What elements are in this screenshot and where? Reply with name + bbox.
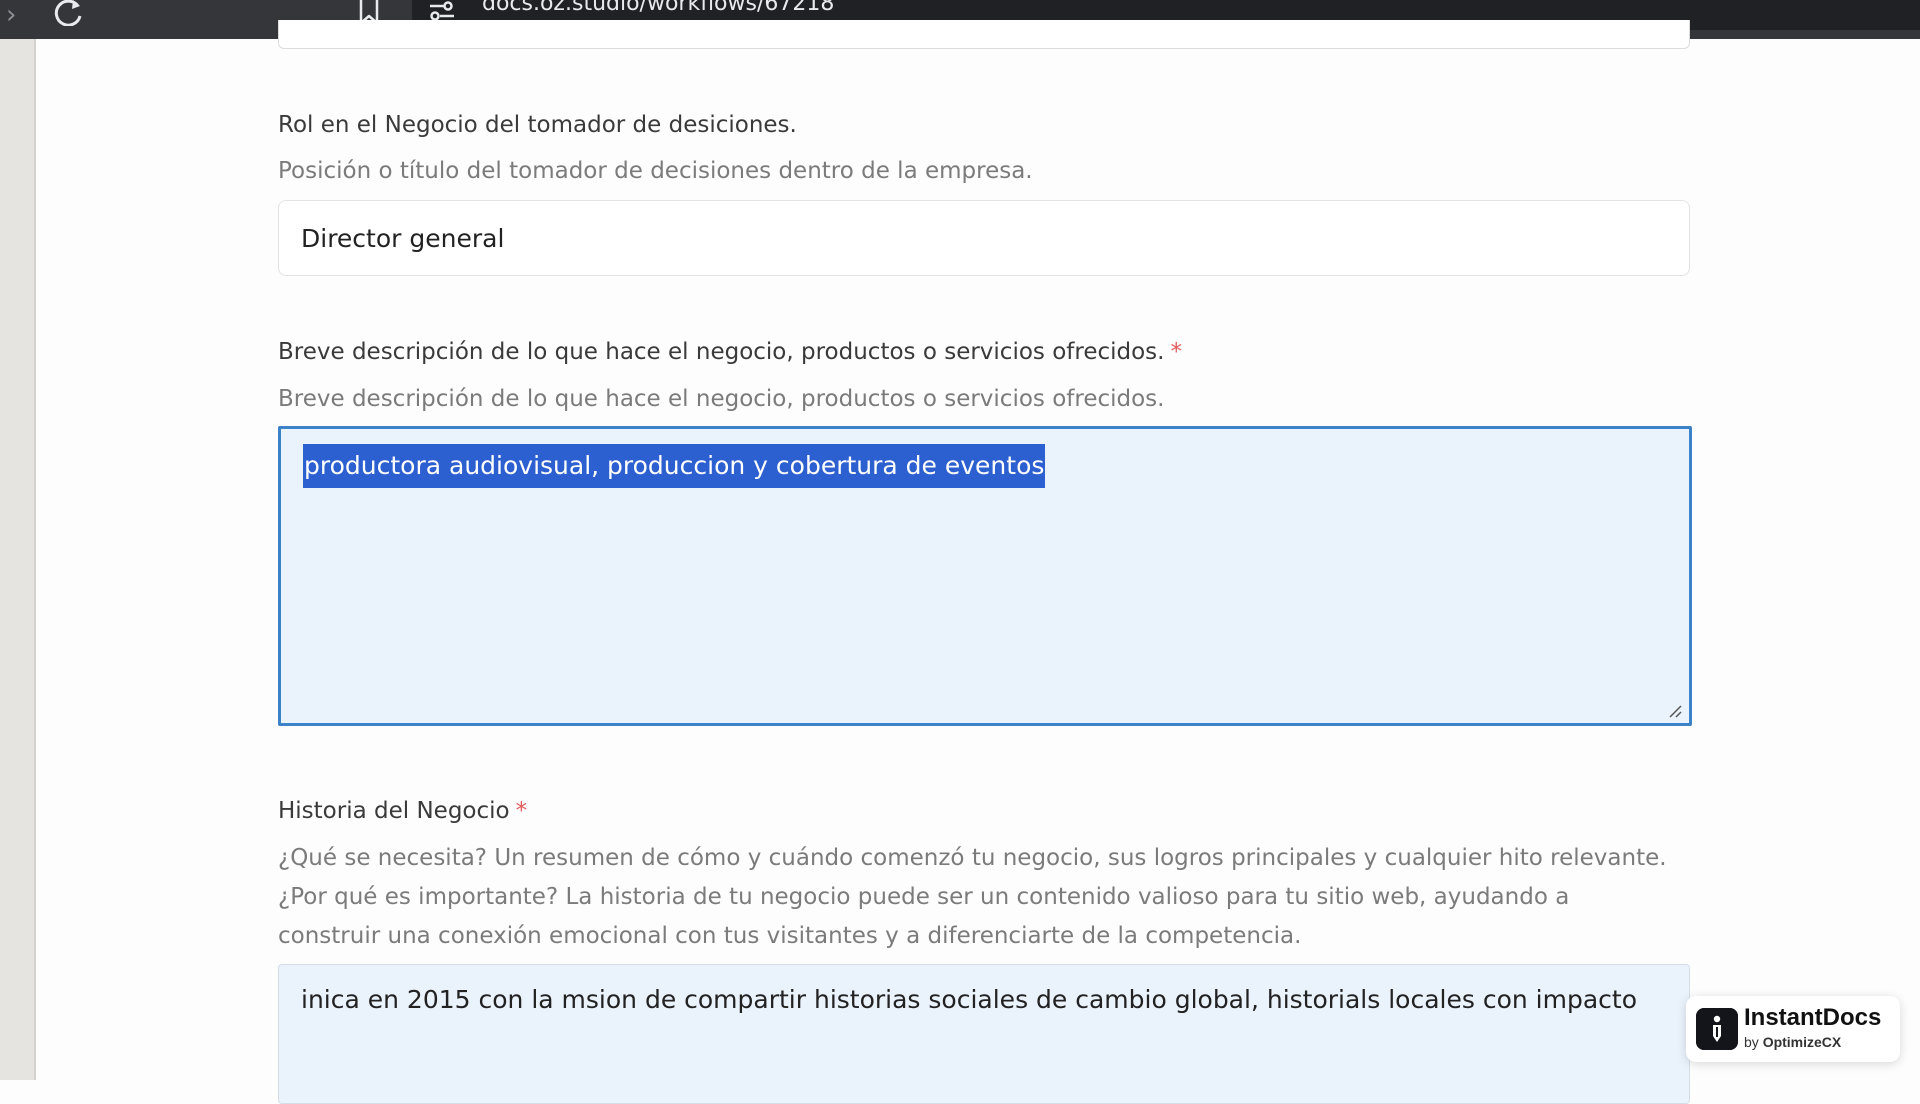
description-label: Breve descripción de lo que hace el nego… [278, 339, 1182, 365]
history-textarea[interactable]: inica en 2015 con la msion de compartir … [278, 964, 1690, 1104]
instantdocs-logo-icon [1696, 1008, 1738, 1050]
role-input[interactable]: Director general [278, 200, 1690, 276]
badge-sub-brand: OptimizeCX [1762, 1034, 1842, 1050]
required-mark: * [515, 798, 528, 824]
role-label: Rol en el Negocio del tomador de desicio… [278, 112, 797, 138]
role-input-value: Director general [301, 223, 505, 253]
instantdocs-badge[interactable]: InstantDocs by OptimizeCX [1686, 996, 1900, 1062]
role-help-text: Posición o título del tomador de decisio… [278, 158, 1033, 184]
site-info-icon[interactable] [428, 0, 456, 22]
left-gutter [0, 39, 36, 1080]
description-selected-text[interactable]: productora audiovisual, produccion y cob… [303, 444, 1046, 488]
previous-input-field[interactable] [278, 20, 1690, 49]
resize-handle-icon[interactable] [1667, 703, 1683, 719]
badge-title: InstantDocs [1744, 1004, 1882, 1031]
badge-sub-prefix: by [1744, 1034, 1759, 1050]
url-text[interactable]: docs.oz.studio/workflows/67218 [482, 0, 834, 16]
description-help-text: Breve descripción de lo que hace el nego… [278, 386, 1165, 412]
description-label-text: Breve descripción de lo que hace el nego… [278, 339, 1165, 365]
role-label-text: Rol en el Negocio del tomador de desicio… [278, 112, 797, 138]
history-label-text: Historia del Negocio [278, 798, 510, 824]
required-mark: * [1170, 339, 1182, 365]
badge-subtitle: by OptimizeCX [1744, 1034, 1841, 1050]
history-input-value: inica en 2015 con la msion de compartir … [301, 985, 1637, 1014]
reload-icon[interactable] [50, 0, 86, 26]
history-label: Historia del Negocio * [278, 798, 527, 824]
forward-icon[interactable]: › [6, 2, 16, 28]
description-textarea[interactable]: productora audiovisual, produccion y cob… [278, 426, 1692, 726]
history-help-text: ¿Qué se necesita? Un resumen de cómo y c… [278, 845, 1667, 949]
